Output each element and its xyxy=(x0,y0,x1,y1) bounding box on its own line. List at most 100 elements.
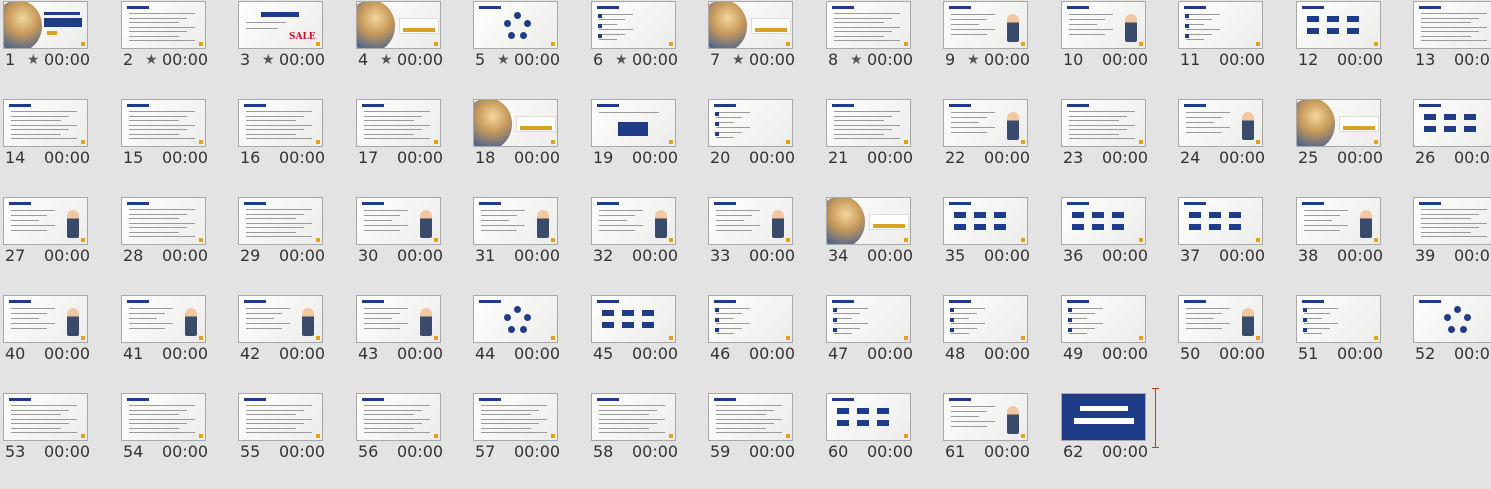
star-icon[interactable]: ★ xyxy=(967,50,980,70)
slide-thumbnail[interactable] xyxy=(1061,295,1146,343)
slide-thumbnail[interactable] xyxy=(826,99,911,147)
slide-thumbnail[interactable] xyxy=(356,197,441,245)
slide-item[interactable]: 6 ★ 00:00 xyxy=(588,1,700,97)
slide-thumbnail[interactable] xyxy=(473,295,558,343)
slide-item[interactable]: 29 00:00 xyxy=(235,197,347,293)
slide-thumbnail[interactable] xyxy=(1296,295,1381,343)
slide-item[interactable]: 52 00:00 xyxy=(1410,295,1491,391)
slide-item[interactable]: 41 00:00 xyxy=(118,295,230,391)
slide-item[interactable]: 2 ★ 00:00 xyxy=(118,1,230,97)
slide-item[interactable]: 39 00:00 xyxy=(1410,197,1491,293)
slide-thumbnail[interactable] xyxy=(1061,1,1146,49)
slide-thumbnail[interactable] xyxy=(473,1,558,49)
slide-item[interactable]: 14 00:00 xyxy=(0,99,112,195)
slide-item[interactable]: 62 00:00 xyxy=(1058,393,1170,489)
slide-thumbnail[interactable] xyxy=(121,1,206,49)
slide-thumbnail[interactable] xyxy=(3,295,88,343)
slide-item[interactable]: 51 00:00 xyxy=(1293,295,1405,391)
star-icon[interactable]: ★ xyxy=(732,50,745,70)
slide-thumbnail[interactable] xyxy=(943,393,1028,441)
slide-item[interactable]: 10 00:00 xyxy=(1058,1,1170,97)
slide-thumbnail[interactable] xyxy=(3,393,88,441)
slide-item[interactable]: 32 00:00 xyxy=(588,197,700,293)
slide-thumbnail[interactable] xyxy=(238,99,323,147)
slide-thumbnail[interactable] xyxy=(1296,99,1381,147)
slide-item[interactable]: 31 00:00 xyxy=(470,197,582,293)
slide-item[interactable]: 7 ★ 00:00 xyxy=(705,1,817,97)
slide-thumbnail[interactable] xyxy=(238,393,323,441)
slide-item[interactable]: 13 00:00 xyxy=(1410,1,1491,97)
slide-thumbnail[interactable] xyxy=(943,295,1028,343)
slide-item[interactable]: 23 00:00 xyxy=(1058,99,1170,195)
slide-item[interactable]: SALE 3 ★ 00:00 xyxy=(235,1,347,97)
slide-item[interactable]: 16 00:00 xyxy=(235,99,347,195)
slide-thumbnail[interactable] xyxy=(3,99,88,147)
slide-thumbnail[interactable] xyxy=(708,1,793,49)
slide-thumbnail[interactable] xyxy=(708,295,793,343)
slide-thumbnail[interactable] xyxy=(591,197,676,245)
slide-item[interactable]: 43 00:00 xyxy=(353,295,465,391)
slide-item[interactable]: 8 ★ 00:00 xyxy=(823,1,935,97)
slide-thumbnail[interactable] xyxy=(473,197,558,245)
slide-thumbnail[interactable] xyxy=(943,99,1028,147)
slide-thumbnail[interactable] xyxy=(121,393,206,441)
slide-thumbnail[interactable] xyxy=(356,393,441,441)
slide-item[interactable]: 54 00:00 xyxy=(118,393,230,489)
slide-thumbnail[interactable] xyxy=(1061,197,1146,245)
slide-item[interactable]: 37 00:00 xyxy=(1175,197,1287,293)
slide-item[interactable]: 59 00:00 xyxy=(705,393,817,489)
slide-item[interactable]: 35 00:00 xyxy=(940,197,1052,293)
slide-item[interactable]: 4 ★ 00:00 xyxy=(353,1,465,97)
slide-item[interactable]: 11 00:00 xyxy=(1175,1,1287,97)
slide-item[interactable]: 25 00:00 xyxy=(1293,99,1405,195)
star-icon[interactable]: ★ xyxy=(497,50,510,70)
slide-item[interactable]: 58 00:00 xyxy=(588,393,700,489)
slide-item[interactable]: 48 00:00 xyxy=(940,295,1052,391)
slide-thumbnail[interactable] xyxy=(356,295,441,343)
slide-thumbnail[interactable] xyxy=(3,197,88,245)
slide-thumbnail[interactable] xyxy=(1061,393,1146,441)
slide-item[interactable]: 34 00:00 xyxy=(823,197,935,293)
slide-item[interactable]: 53 00:00 xyxy=(0,393,112,489)
slide-item[interactable]: 56 00:00 xyxy=(353,393,465,489)
slide-item[interactable]: 44 00:00 xyxy=(470,295,582,391)
slide-item[interactable]: 61 00:00 xyxy=(940,393,1052,489)
slide-item[interactable]: 18 00:00 xyxy=(470,99,582,195)
slide-thumbnail[interactable] xyxy=(238,197,323,245)
slide-item[interactable]: 27 00:00 xyxy=(0,197,112,293)
slide-thumbnail[interactable] xyxy=(826,197,911,245)
slide-item[interactable]: 57 00:00 xyxy=(470,393,582,489)
slide-thumbnail[interactable] xyxy=(1061,99,1146,147)
slide-item[interactable]: 9 ★ 00:00 xyxy=(940,1,1052,97)
star-icon[interactable]: ★ xyxy=(380,50,393,70)
slide-thumbnail[interactable] xyxy=(473,393,558,441)
slide-thumbnail[interactable] xyxy=(591,1,676,49)
slide-thumbnail[interactable] xyxy=(1413,295,1491,343)
slide-item[interactable]: 5 ★ 00:00 xyxy=(470,1,582,97)
slide-thumbnail[interactable] xyxy=(473,99,558,147)
slide-thumbnail[interactable]: SALE xyxy=(238,1,323,49)
slide-item[interactable]: 40 00:00 xyxy=(0,295,112,391)
slide-item[interactable]: 15 00:00 xyxy=(118,99,230,195)
slide-item[interactable]: 33 00:00 xyxy=(705,197,817,293)
slide-item[interactable]: 17 00:00 xyxy=(353,99,465,195)
star-icon[interactable]: ★ xyxy=(145,50,158,70)
slide-thumbnail[interactable] xyxy=(356,1,441,49)
slide-thumbnail[interactable] xyxy=(591,295,676,343)
slide-item[interactable]: 1 ★ 00:00 xyxy=(0,1,112,97)
slide-thumbnail[interactable] xyxy=(356,99,441,147)
slide-item[interactable]: 36 00:00 xyxy=(1058,197,1170,293)
slide-item[interactable]: 19 00:00 xyxy=(588,99,700,195)
slide-thumbnail[interactable] xyxy=(1178,1,1263,49)
slide-item[interactable]: 24 00:00 xyxy=(1175,99,1287,195)
slide-thumbnail[interactable] xyxy=(1413,1,1491,49)
slide-item[interactable]: 30 00:00 xyxy=(353,197,465,293)
slide-thumbnail[interactable] xyxy=(121,99,206,147)
slide-thumbnail[interactable] xyxy=(826,393,911,441)
star-icon[interactable]: ★ xyxy=(615,50,628,70)
slide-thumbnail[interactable] xyxy=(121,197,206,245)
slide-item[interactable]: 55 00:00 xyxy=(235,393,347,489)
slide-thumbnail[interactable] xyxy=(708,393,793,441)
slide-item[interactable]: 50 00:00 xyxy=(1175,295,1287,391)
slide-thumbnail[interactable] xyxy=(121,295,206,343)
